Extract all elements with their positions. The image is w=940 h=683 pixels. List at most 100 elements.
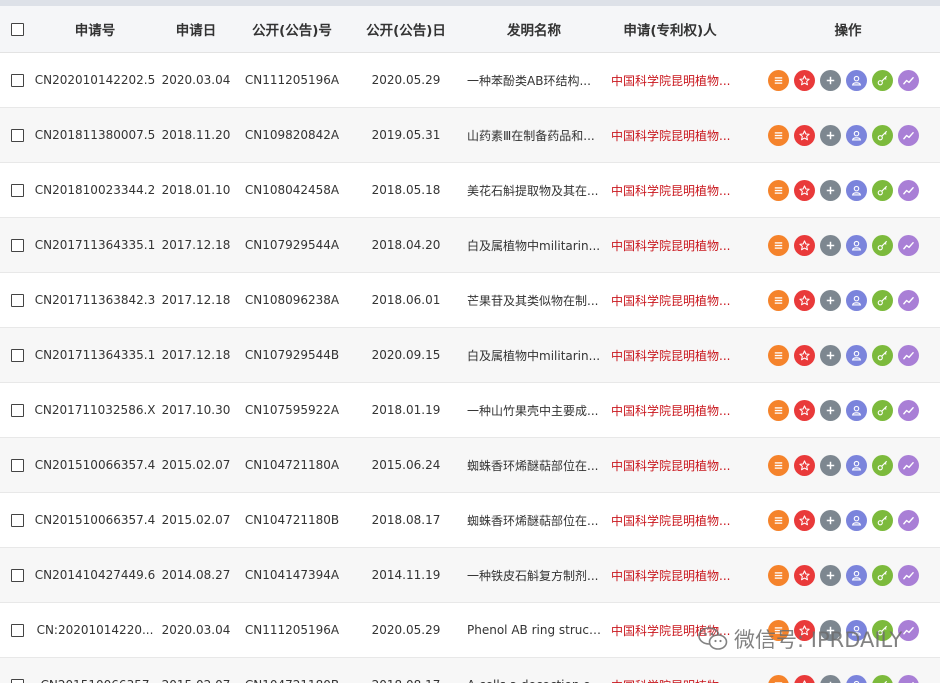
- add-button[interactable]: [820, 69, 841, 91]
- publication-no[interactable]: CN104721180B: [236, 493, 348, 547]
- publication-no[interactable]: CN107929544B: [236, 328, 348, 382]
- analysis-button[interactable]: [898, 564, 919, 586]
- add-button[interactable]: [820, 674, 841, 683]
- row-checkbox[interactable]: [10, 623, 24, 637]
- invention-title[interactable]: 白及属植物中militarin...: [467, 237, 604, 254]
- row-checkbox[interactable]: [10, 513, 24, 527]
- invention-title[interactable]: 白及属植物中militarin...: [467, 347, 604, 364]
- application-no[interactable]: CN202010142202.5: [34, 53, 156, 107]
- claims-button[interactable]: [872, 289, 893, 311]
- application-no[interactable]: CN201711032586.X: [34, 383, 156, 437]
- row-checkbox[interactable]: [10, 403, 24, 417]
- applicant-name[interactable]: 中国科学院昆明植物...: [611, 402, 736, 419]
- publication-no[interactable]: CN107929544A: [236, 218, 348, 272]
- analysis-button[interactable]: [898, 674, 919, 683]
- publication-no[interactable]: CN104721180B: [236, 658, 348, 683]
- applicant-name[interactable]: 中国科学院昆明植物...: [611, 127, 736, 144]
- table-row[interactable]: CN2015100663572015.02.07CN104721180B2018…: [0, 658, 940, 683]
- application-no[interactable]: CN201811380007.5: [34, 108, 156, 162]
- applicant-name[interactable]: 中国科学院昆明植物...: [611, 237, 736, 254]
- analysis-button[interactable]: [898, 69, 919, 91]
- claims-button[interactable]: [872, 179, 893, 201]
- applicant-button[interactable]: [846, 179, 867, 201]
- application-no[interactable]: CN201410427449.6: [34, 548, 156, 602]
- header-application-no[interactable]: 申请号: [34, 6, 156, 52]
- applicant-button[interactable]: [846, 69, 867, 91]
- detail-button[interactable]: [768, 564, 789, 586]
- row-checkbox[interactable]: [10, 238, 24, 252]
- publication-no[interactable]: CN111205196A: [236, 603, 348, 657]
- header-applicant[interactable]: 申请(专利权)人: [604, 6, 736, 52]
- invention-title[interactable]: 美花石斛提取物及其在...: [467, 182, 604, 199]
- row-checkbox[interactable]: [10, 458, 24, 472]
- table-row[interactable]: CN201711364335.1 2017.12.18 CN107929544A 20…: [0, 218, 940, 273]
- claims-button[interactable]: [872, 69, 893, 91]
- table-row[interactable]: CN201510066357.4 2015.02.07 CN104721180B 20…: [0, 493, 940, 548]
- applicant-button[interactable]: [846, 564, 867, 586]
- add-button[interactable]: [820, 564, 841, 586]
- applicant-name[interactable]: 中国科学院昆明植物...: [611, 567, 736, 584]
- add-button[interactable]: [820, 289, 841, 311]
- invention-title[interactable]: 蜘蛛香环烯醚萜部位在...: [467, 457, 604, 474]
- favorite-button[interactable]: [794, 69, 815, 91]
- applicant-name[interactable]: 中国科学院昆明植物...: [611, 347, 736, 364]
- favorite-button[interactable]: [794, 399, 815, 421]
- analysis-button[interactable]: [898, 399, 919, 421]
- claims-button[interactable]: [872, 124, 893, 146]
- row-checkbox[interactable]: [10, 568, 24, 582]
- applicant-button[interactable]: [846, 509, 867, 531]
- row-checkbox[interactable]: [10, 183, 24, 197]
- detail-button[interactable]: [768, 454, 789, 476]
- application-no[interactable]: CN201711364335.1: [34, 218, 156, 272]
- row-checkbox[interactable]: [10, 348, 24, 362]
- detail-button[interactable]: [768, 344, 789, 366]
- publication-no[interactable]: CN104721180A: [236, 438, 348, 492]
- analysis-button[interactable]: [898, 509, 919, 531]
- application-no[interactable]: CN:20201014220...: [34, 603, 156, 657]
- invention-title[interactable]: 芒果苷及其类似物在制...: [467, 292, 604, 309]
- applicant-button[interactable]: [846, 344, 867, 366]
- row-checkbox[interactable]: [10, 293, 24, 307]
- applicant-button[interactable]: [846, 454, 867, 476]
- applicant-button[interactable]: [846, 399, 867, 421]
- table-row[interactable]: CN201410427449.6 2014.08.27 CN104147394A 20…: [0, 548, 940, 603]
- detail-button[interactable]: [768, 234, 789, 256]
- invention-title[interactable]: 一种苯酚类AB环结构...: [467, 72, 604, 89]
- table-row[interactable]: CN201711363842.3 2017.12.18 CN108096238A 20…: [0, 273, 940, 328]
- detail-button[interactable]: [768, 399, 789, 421]
- analysis-button[interactable]: [898, 289, 919, 311]
- table-row[interactable]: CN201510066357.4 2015.02.07 CN104721180A 20…: [0, 438, 940, 493]
- applicant-name[interactable]: 中国科学院昆明植物...: [611, 512, 736, 529]
- invention-title[interactable]: A cells a decoction of...: [467, 678, 604, 683]
- publication-no[interactable]: CN104147394A: [236, 548, 348, 602]
- publication-no[interactable]: CN107595922A: [236, 383, 348, 437]
- applicant-button[interactable]: [846, 674, 867, 683]
- applicant-button[interactable]: [846, 289, 867, 311]
- publication-no[interactable]: CN108042458A: [236, 163, 348, 217]
- application-no[interactable]: CN201510066357.4: [34, 438, 156, 492]
- applicant-button[interactable]: [846, 234, 867, 256]
- application-no[interactable]: CN201711363842.3: [34, 273, 156, 327]
- row-checkbox[interactable]: [10, 678, 24, 683]
- favorite-button[interactable]: [794, 344, 815, 366]
- header-publication-no[interactable]: 公开(公告)号: [236, 6, 348, 52]
- add-button[interactable]: [820, 124, 841, 146]
- applicant-button[interactable]: [846, 124, 867, 146]
- table-row[interactable]: CN201711364335.1 2017.12.18 CN107929544B 20…: [0, 328, 940, 383]
- favorite-button[interactable]: [794, 674, 815, 683]
- add-button[interactable]: [820, 509, 841, 531]
- applicant-name[interactable]: 中国科学院昆明植物...: [611, 292, 736, 309]
- applicant-name[interactable]: 中国科学院昆明植物...: [611, 72, 736, 89]
- favorite-button[interactable]: [794, 289, 815, 311]
- analysis-button[interactable]: [898, 454, 919, 476]
- invention-title[interactable]: Phenol AB ring struct...: [467, 623, 604, 637]
- applicant-name[interactable]: 中国科学院昆明植物...: [611, 182, 736, 199]
- favorite-button[interactable]: [794, 124, 815, 146]
- header-publication-date[interactable]: 公开(公告)日: [348, 6, 464, 52]
- table-row[interactable]: CN201811380007.5 2018.11.20 CN109820842A 20…: [0, 108, 940, 163]
- favorite-button[interactable]: [794, 564, 815, 586]
- publication-no[interactable]: CN109820842A: [236, 108, 348, 162]
- add-button[interactable]: [820, 344, 841, 366]
- detail-button[interactable]: [768, 69, 789, 91]
- detail-button[interactable]: [768, 509, 789, 531]
